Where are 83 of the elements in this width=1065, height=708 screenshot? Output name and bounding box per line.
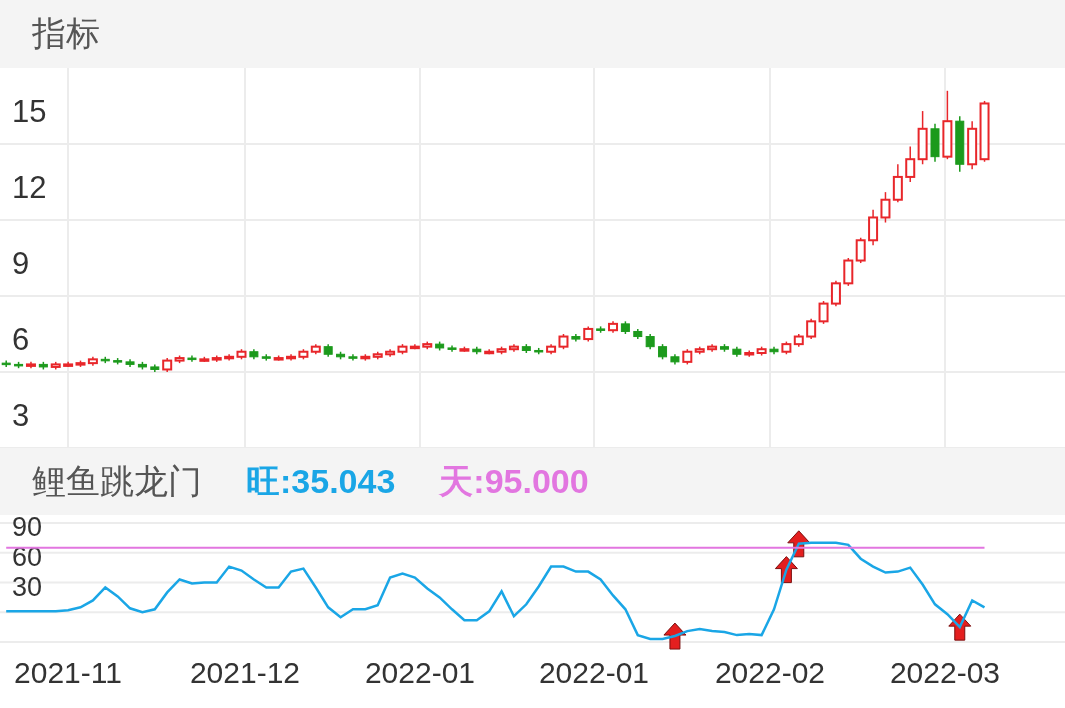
axis-label: 90: [12, 512, 43, 542]
candlestick: [273, 354, 284, 362]
indicator-value: 旺:35.043: [246, 460, 396, 502]
candlestick: [744, 349, 755, 358]
candlestick: [38, 361, 48, 371]
candlestick: [113, 357, 123, 366]
up-arrow-icon: [787, 530, 811, 558]
axis-label: 2021-11: [14, 656, 122, 689]
up-arrow-icon: [948, 613, 972, 641]
axis-label: 3: [12, 398, 30, 433]
candlestick: [830, 280, 841, 307]
candlestick: [769, 345, 779, 355]
candlestick: [670, 353, 680, 366]
candlestick: [150, 363, 160, 373]
candlestick: [137, 361, 147, 371]
candlestick: [546, 343, 557, 355]
axis-label: 12: [12, 170, 47, 205]
candlestick: [534, 347, 544, 355]
candlestick: [645, 333, 655, 350]
candlestick: [756, 345, 767, 357]
candlestick: [707, 343, 718, 353]
candlestick: [558, 333, 569, 350]
candlestick: [323, 343, 333, 358]
candlestick: [521, 343, 531, 354]
candlestick: [87, 356, 98, 367]
candlestick: [583, 325, 594, 343]
candlestick: [261, 353, 271, 362]
axis-label: 2022-01: [364, 656, 476, 689]
candlestick: [310, 343, 321, 355]
candlestick: [1, 359, 11, 368]
axis-label: 6: [12, 322, 30, 357]
candlestick: [211, 354, 222, 363]
candlestick: [880, 191, 891, 224]
candlestick: [435, 340, 445, 352]
candlestick: [719, 343, 729, 353]
axis-label: 15: [12, 94, 47, 129]
candlestick: [793, 333, 804, 348]
axis-label: 2021-12: [189, 656, 301, 689]
candlestick: [125, 358, 135, 368]
candlestick: [50, 361, 61, 371]
indicator-value: 天:95.000: [439, 460, 589, 502]
candlestick: [868, 209, 879, 247]
candlestick: [422, 340, 433, 350]
axis-label: 2022-02: [714, 656, 826, 689]
axis-label: 9: [12, 246, 30, 281]
candlestick: [508, 343, 519, 353]
candlestick: [336, 351, 346, 361]
candlestick: [843, 257, 854, 287]
axis-label: 2022-01: [538, 656, 650, 689]
candlestick: [249, 348, 259, 361]
candlestick: [942, 90, 953, 160]
candlestick: [571, 333, 581, 343]
candlestick: [459, 345, 470, 353]
candlestick: [360, 353, 371, 362]
candlestick: [806, 318, 817, 340]
candlestick: [633, 328, 643, 340]
candlestick: [472, 345, 482, 355]
candlestick: [955, 115, 965, 173]
candlestick: [348, 353, 358, 362]
candlestick: [855, 237, 866, 264]
panel-title: 指标: [32, 12, 100, 55]
candlestick: [608, 320, 618, 334]
candlestick: [967, 120, 978, 171]
candlestick: [596, 325, 606, 334]
candlestick: [385, 348, 396, 358]
candlestick: [979, 100, 990, 163]
candlestick: [75, 359, 86, 368]
candlestick: [892, 163, 903, 203]
axis-label: 60: [12, 541, 43, 572]
up-arrow-icon: [774, 556, 798, 584]
candlestick: [447, 344, 457, 353]
candlestick: [658, 343, 668, 361]
candlestick: [781, 340, 792, 355]
axis-label: 30: [12, 571, 43, 602]
candlestick: [732, 345, 742, 358]
candlestick: [187, 354, 197, 363]
indicator-title: 鲤鱼跳龙门: [32, 459, 202, 503]
candlestick: [818, 300, 829, 325]
axis-label: 2022-03: [889, 656, 1001, 689]
up-arrow-icon: [663, 622, 687, 650]
candlestick: [100, 356, 110, 364]
candlestick: [930, 123, 940, 163]
candlestick: [620, 320, 630, 335]
